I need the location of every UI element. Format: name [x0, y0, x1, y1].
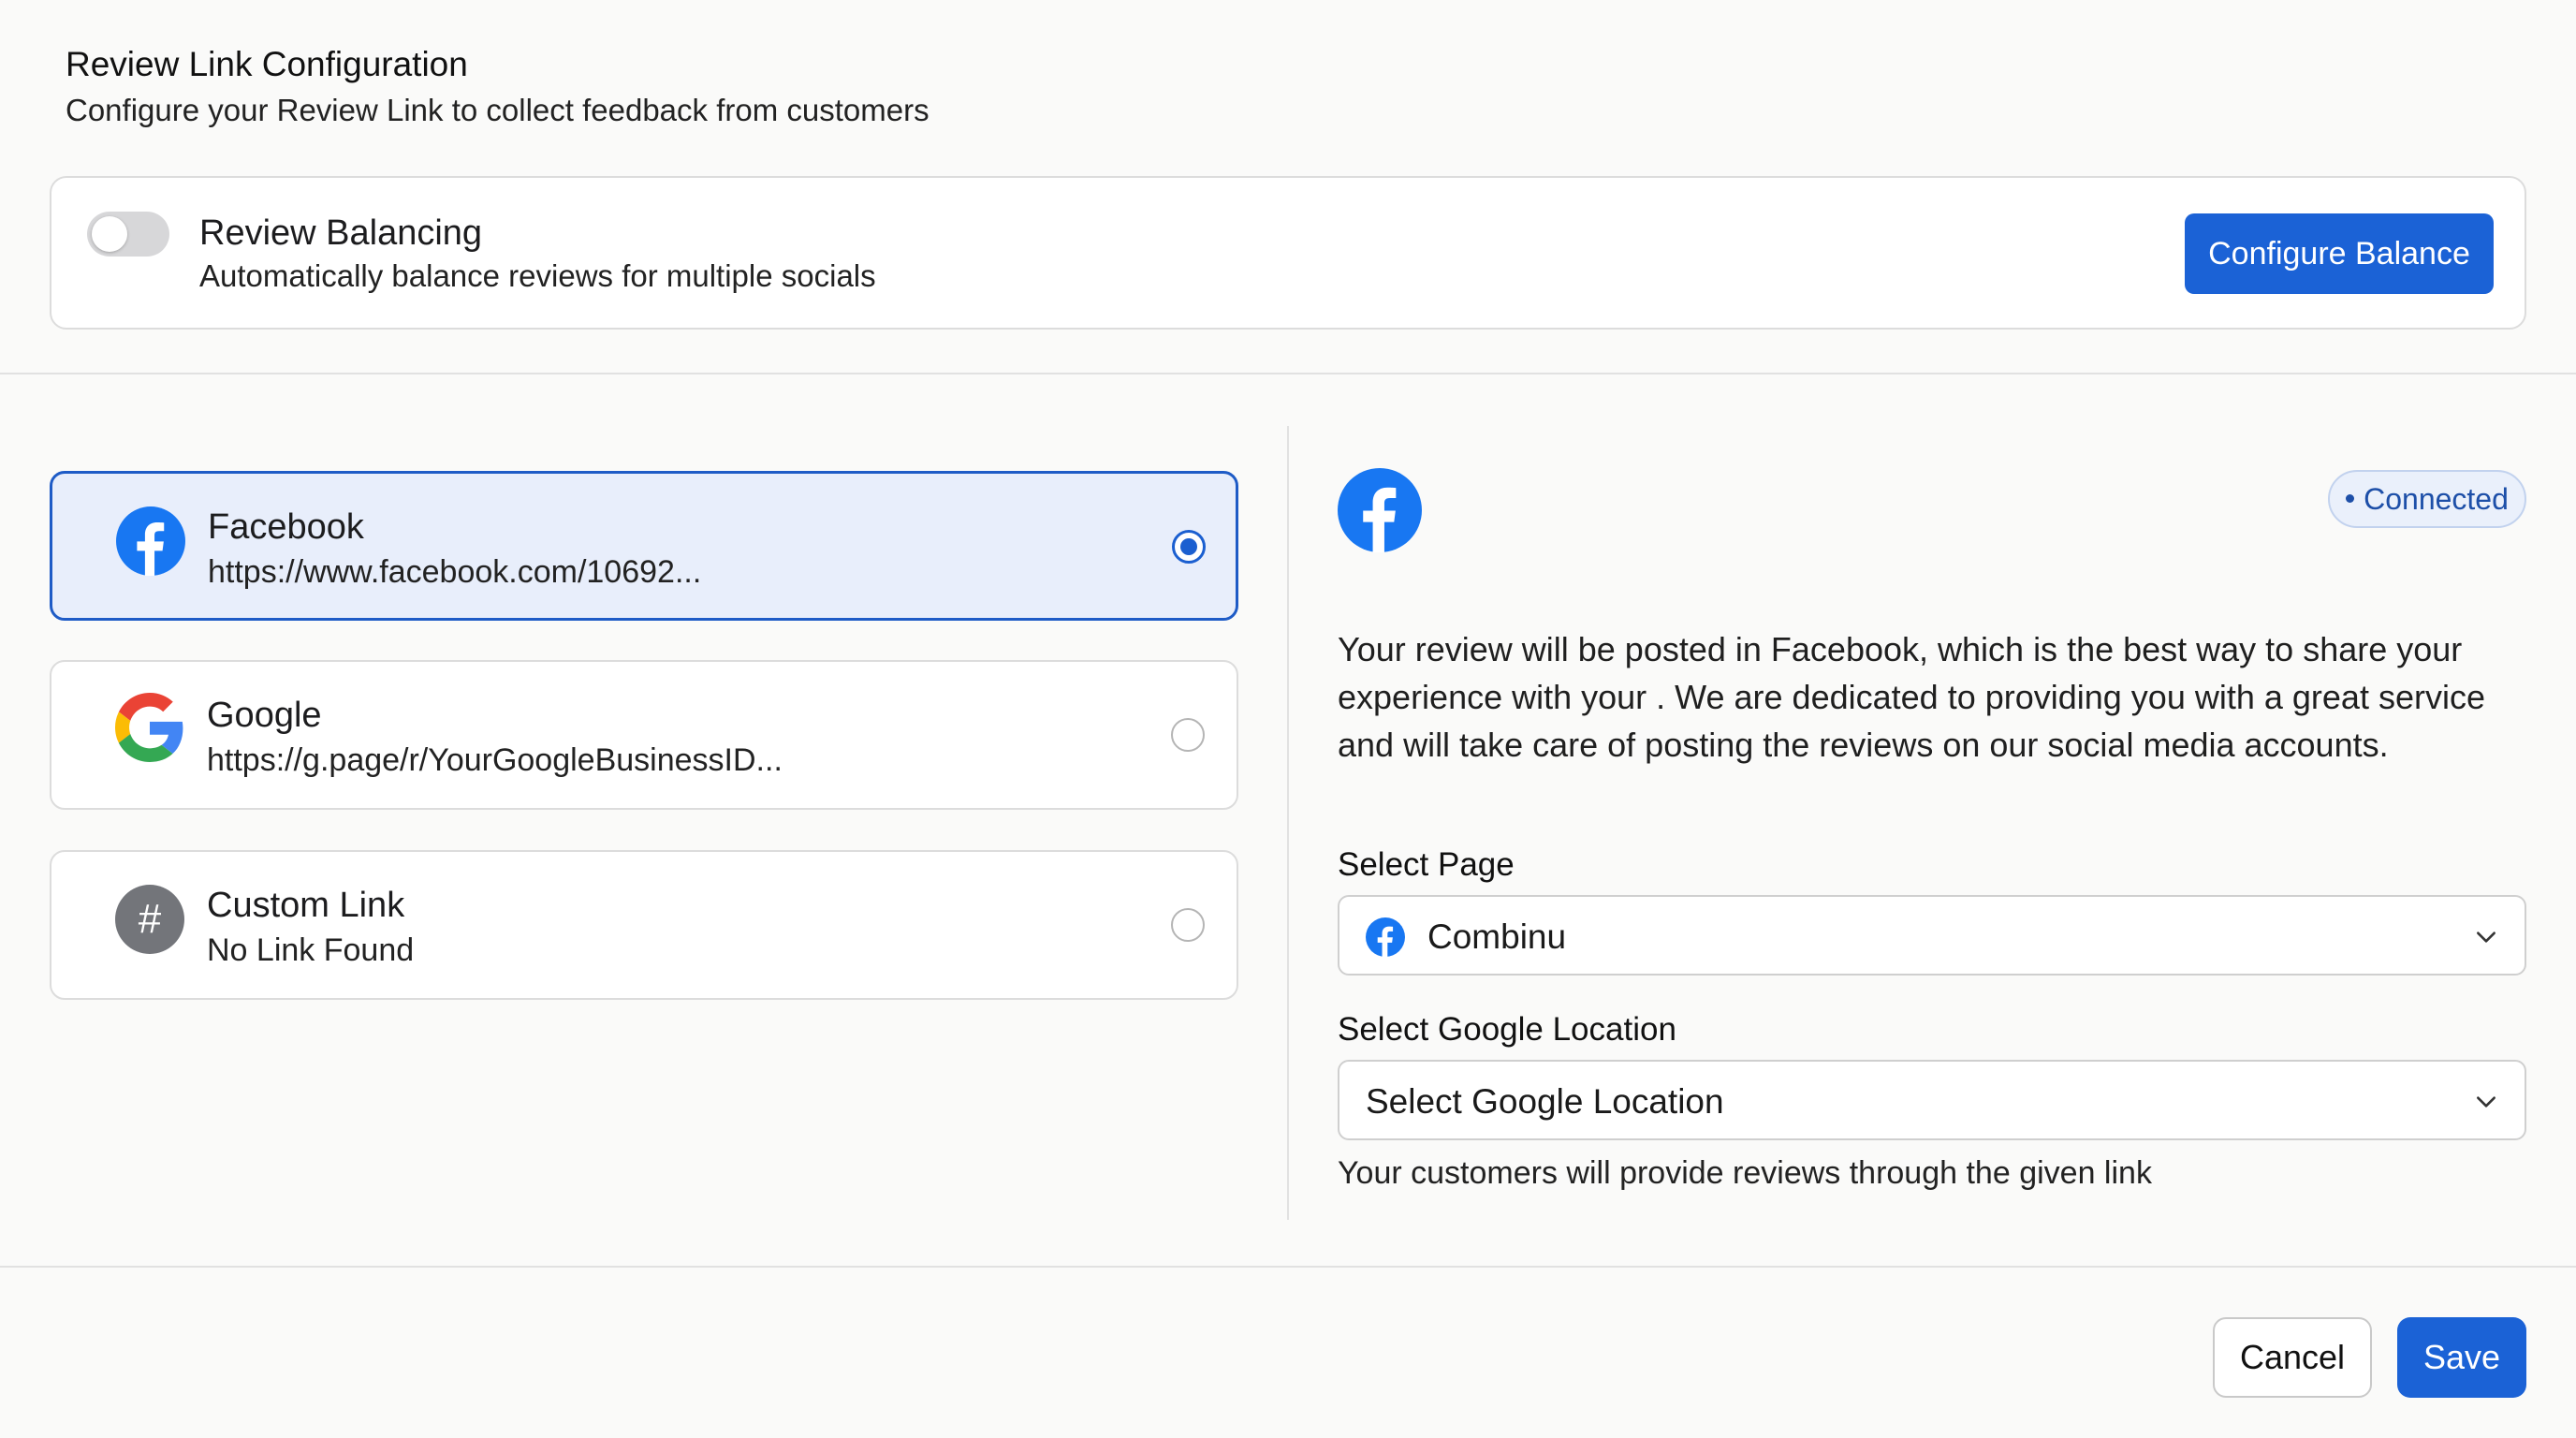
option-radio[interactable] — [1171, 908, 1205, 942]
review-link-config-page: Review Link Configuration Configure your… — [0, 0, 2576, 1438]
status-dot — [2346, 494, 2355, 504]
review-balancing-description: Automatically balance reviews for multip… — [199, 258, 876, 293]
select-location-label: Select Google Location — [1338, 1011, 1676, 1048]
page-title: Review Link Configuration — [66, 45, 468, 83]
facebook-icon — [1338, 468, 1422, 552]
facebook-icon — [1366, 917, 1405, 957]
status-badge: Connected — [2328, 470, 2526, 528]
option-name: Custom Link — [207, 886, 405, 925]
footer-divider — [0, 1266, 2576, 1268]
option-name: Google — [207, 696, 322, 735]
cancel-button[interactable]: Cancel — [2213, 1317, 2372, 1398]
section-divider — [0, 373, 2576, 374]
chevron-down-icon — [2477, 932, 2496, 943]
option-facebook[interactable]: Facebook https://www.facebook.com/10692.… — [50, 471, 1238, 621]
review-balancing-card: Review Balancing Automatically balance r… — [50, 176, 2526, 330]
review-balancing-text: Review Balancing Automatically balance r… — [199, 212, 876, 298]
chevron-down-icon — [2477, 1096, 2496, 1108]
configure-balance-button[interactable]: Configure Balance — [2185, 213, 2494, 294]
review-link-hint: Your customers will provide reviews thro… — [1338, 1155, 2152, 1191]
option-link: No Link Found — [207, 932, 415, 968]
select-page-dropdown[interactable]: Combinu — [1338, 895, 2526, 976]
select-page-label: Select Page — [1338, 846, 1515, 883]
option-custom-link[interactable]: # Custom Link No Link Found — [50, 850, 1238, 1000]
save-button[interactable]: Save — [2397, 1317, 2526, 1398]
option-name: Facebook — [208, 507, 364, 547]
header: Review Link Configuration Configure your… — [66, 41, 929, 131]
facebook-icon — [116, 506, 185, 576]
page-subtitle: Configure your Review Link to collect fe… — [66, 93, 929, 127]
option-google[interactable]: Google https://g.page/r/YourGoogleBusine… — [50, 660, 1238, 810]
option-link: https://www.facebook.com/10692... — [208, 554, 702, 590]
select-page-value: Combinu — [1427, 917, 1567, 956]
option-link: https://g.page/r/YourGoogleBusinessID... — [207, 742, 783, 778]
google-icon — [115, 693, 183, 762]
status-text: Connected — [2364, 482, 2509, 516]
review-balancing-title: Review Balancing — [199, 213, 483, 253]
column-divider — [1287, 426, 1289, 1220]
hash-icon: # — [115, 885, 184, 954]
option-radio[interactable] — [1171, 718, 1205, 752]
option-radio[interactable] — [1172, 530, 1206, 564]
select-location-placeholder: Select Google Location — [1366, 1082, 1724, 1121]
select-location-dropdown[interactable]: Select Google Location — [1338, 1060, 2526, 1140]
toggle-knob — [92, 216, 127, 252]
review-balancing-toggle[interactable] — [87, 212, 169, 257]
platform-description: Your review will be posted in Facebook, … — [1338, 630, 2485, 764]
